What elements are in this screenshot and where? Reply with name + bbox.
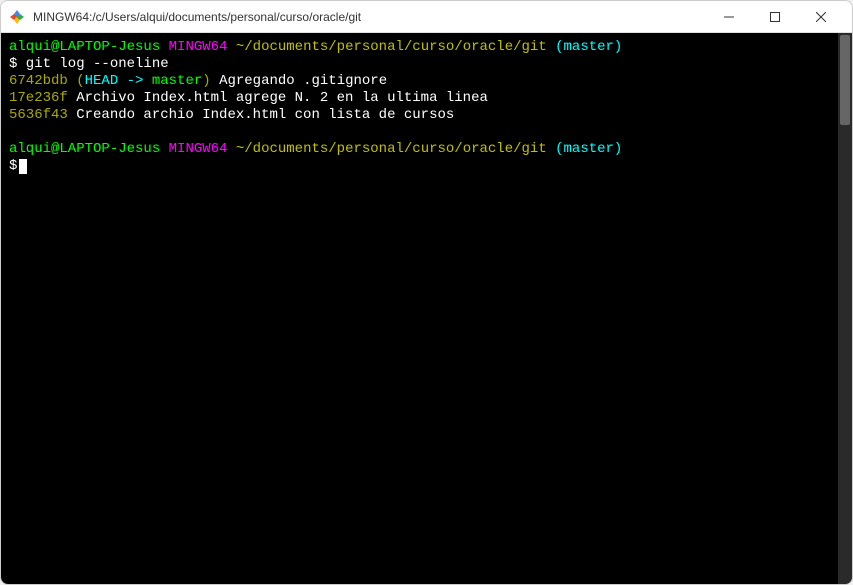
prompt-user: alqui@LAPTOP-Jesus — [9, 39, 160, 55]
branch-ref: master — [152, 73, 202, 89]
log-line: 5636f43 Creando archio Index.html con li… — [9, 107, 844, 124]
prompt-branch: (master) — [555, 39, 622, 55]
minimize-button[interactable] — [706, 1, 752, 33]
log-line: 17e236f Archivo Index.html agrege N. 2 e… — [9, 90, 844, 107]
scrollbar-thumb[interactable] — [840, 35, 850, 125]
prompt-user: alqui@LAPTOP-Jesus — [9, 141, 160, 157]
window-controls — [706, 1, 844, 33]
prompt-branch: (master) — [555, 141, 622, 157]
prompt-env: MINGW64 — [169, 39, 228, 55]
window-title: MINGW64:/c/Users/alqui/documents/persona… — [33, 10, 706, 24]
commit-message: Creando archio Index.html con lista de c… — [68, 107, 454, 123]
commit-hash: 5636f43 — [9, 107, 68, 123]
close-button[interactable] — [798, 1, 844, 33]
commit-message: Archivo Index.html agrege N. 2 en la ult… — [68, 90, 488, 106]
cursor — [19, 159, 27, 174]
prompt-line: alqui@LAPTOP-Jesus MINGW64 ~/documents/p… — [9, 39, 844, 56]
prompt-env: MINGW64 — [169, 141, 228, 157]
prompt-path: ~/documents/personal/curso/oracle/git — [236, 39, 547, 55]
commit-hash: 6742bdb — [9, 73, 68, 89]
head-ref: HEAD -> — [85, 73, 152, 89]
terminal-window: MINGW64:/c/Users/alqui/documents/persona… — [0, 0, 853, 585]
command-line: $ git log --oneline — [9, 56, 844, 73]
commit-hash: 17e236f — [9, 90, 68, 106]
titlebar[interactable]: MINGW64:/c/Users/alqui/documents/persona… — [1, 1, 852, 33]
command-line: $ — [9, 158, 844, 175]
terminal-area[interactable]: alqui@LAPTOP-Jesus MINGW64 ~/documents/p… — [1, 33, 852, 584]
maximize-button[interactable] — [752, 1, 798, 33]
scrollbar[interactable] — [838, 33, 852, 584]
blank-line — [9, 124, 844, 141]
log-line: 6742bdb (HEAD -> master) Agregando .giti… — [9, 73, 844, 90]
app-icon — [9, 9, 25, 25]
prompt-line: alqui@LAPTOP-Jesus MINGW64 ~/documents/p… — [9, 141, 844, 158]
prompt-path: ~/documents/personal/curso/oracle/git — [236, 141, 547, 157]
commit-message: Agregando .gitignore — [211, 73, 387, 89]
